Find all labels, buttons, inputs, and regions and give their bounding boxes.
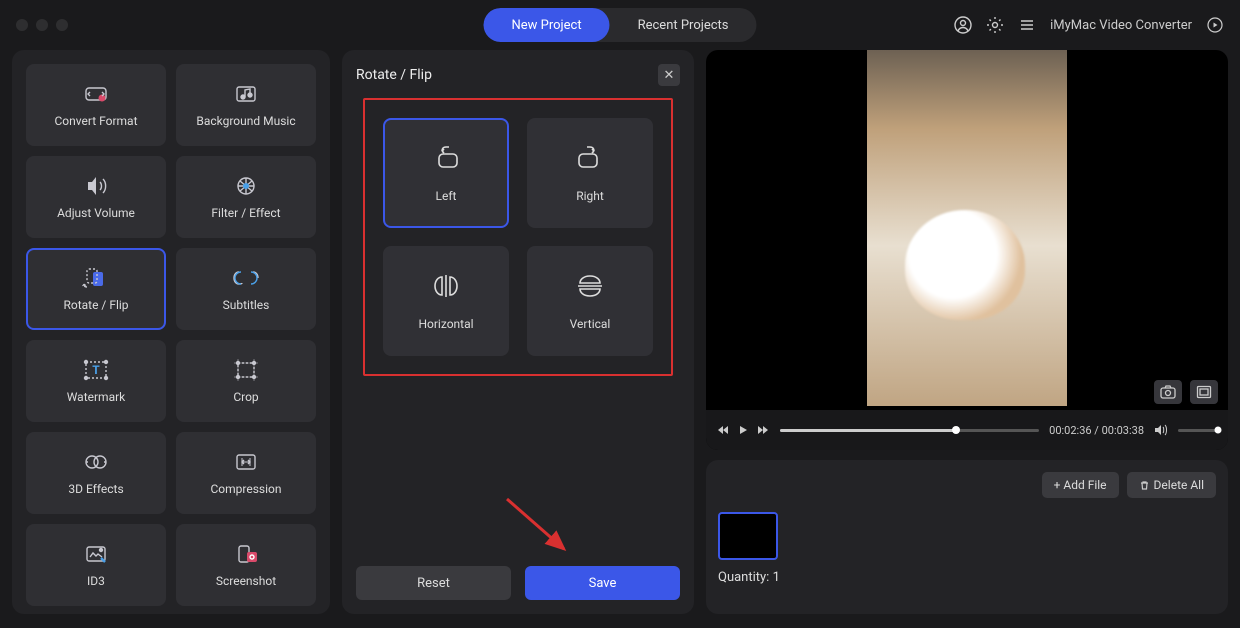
capture-icon[interactable] <box>1154 380 1182 404</box>
rotate-option-label: Right <box>576 189 604 203</box>
rotate-option-rotate-left[interactable]: Left <box>383 118 509 228</box>
rotate-option-label: Vertical <box>570 317 611 331</box>
subtitles-icon <box>231 266 261 290</box>
rotate-option-flip-v[interactable]: Vertical <box>527 246 653 356</box>
app-title: iMyMac Video Converter <box>1050 18 1192 33</box>
quantity-label: Quantity: 1 <box>718 570 1216 585</box>
volume-icon[interactable] <box>1154 423 1168 437</box>
tool-id3[interactable]: ID3 <box>26 524 166 606</box>
tool-3d[interactable]: 3D Effects <box>26 432 166 514</box>
tool-rotate[interactable]: Rotate / Flip <box>26 248 166 330</box>
tool-volume[interactable]: Adjust Volume <box>26 156 166 238</box>
tool-label: ID3 <box>87 574 105 588</box>
tool-filter[interactable]: Filter / Effect <box>176 156 316 238</box>
save-button[interactable]: Save <box>525 566 680 600</box>
gear-icon[interactable] <box>986 16 1004 34</box>
tool-label: Compression <box>210 482 281 496</box>
menu-icon[interactable] <box>1018 16 1036 34</box>
video-content <box>867 50 1067 406</box>
prev-icon[interactable] <box>716 423 730 437</box>
tool-subtitles[interactable]: Subtitles <box>176 248 316 330</box>
rotate-option-label: Left <box>436 189 457 203</box>
compress-icon <box>231 450 261 474</box>
tool-label: Screenshot <box>216 574 276 588</box>
queue-thumbnail[interactable] <box>718 512 778 560</box>
tool-label: Filter / Effect <box>211 206 280 220</box>
play-badge-icon <box>1206 16 1224 34</box>
tool-label: Crop <box>233 390 258 404</box>
tool-compress[interactable]: Compression <box>176 432 316 514</box>
tool-label: Subtitles <box>223 298 270 312</box>
panel-title: Rotate / Flip <box>356 67 432 83</box>
file-queue: + Add File Delete All Quantity: 1 <box>706 460 1228 614</box>
tool-label: Rotate / Flip <box>63 298 128 312</box>
window-controls[interactable] <box>16 19 68 31</box>
player-controls: 00:02:36 / 00:03:38 <box>706 410 1228 450</box>
convert-icon <box>81 82 111 106</box>
titlebar-right: iMyMac Video Converter <box>954 16 1224 34</box>
id3-icon <box>81 542 111 566</box>
add-file-button[interactable]: + Add File <box>1042 472 1119 498</box>
delete-all-button[interactable]: Delete All <box>1127 472 1216 498</box>
tool-screenshot[interactable]: Screenshot <box>176 524 316 606</box>
filter-icon <box>231 174 261 198</box>
tools-sidebar: Convert Format Background Music Adjust Vol… <box>12 50 330 614</box>
tool-label: Background Music <box>196 114 295 128</box>
rotate-option-rotate-right[interactable]: Right <box>527 118 653 228</box>
titlebar: New Project Recent Projects iMyMac Video… <box>0 0 1240 50</box>
reset-button[interactable]: Reset <box>356 566 511 600</box>
screenshot-icon <box>231 542 261 566</box>
annotation-arrow <box>502 494 582 564</box>
volume-slider[interactable] <box>1178 429 1218 432</box>
tool-label: Watermark <box>67 390 126 404</box>
rotate-option-flip-h[interactable]: Horizontal <box>383 246 509 356</box>
seek-bar[interactable] <box>780 429 1039 432</box>
tool-label: Convert Format <box>54 114 137 128</box>
rotate-option-label: Horizontal <box>418 317 473 331</box>
rotate-right-icon <box>570 143 610 173</box>
rotate-options-highlight: Left Right Horizontal Vertical <box>363 98 673 376</box>
3d-icon <box>81 450 111 474</box>
tool-label: 3D Effects <box>68 482 123 496</box>
tab-new-project[interactable]: New Project <box>483 8 609 42</box>
crop-icon <box>231 358 261 382</box>
video-preview: 00:02:36 / 00:03:38 <box>706 50 1228 450</box>
tool-convert[interactable]: Convert Format <box>26 64 166 146</box>
tool-bgmusic[interactable]: Background Music <box>176 64 316 146</box>
user-icon[interactable] <box>954 16 972 34</box>
rotate-panel: Rotate / Flip ✕ Left Right Horizontal Verti… <box>342 50 694 614</box>
project-tabs: New Project Recent Projects <box>483 8 756 42</box>
bgmusic-icon <box>231 82 261 106</box>
time-display: 00:02:36 / 00:03:38 <box>1049 424 1144 437</box>
next-icon[interactable] <box>756 423 770 437</box>
play-icon[interactable] <box>736 423 750 437</box>
rotate-left-icon <box>426 143 466 173</box>
flip-v-icon <box>570 271 610 301</box>
tool-label: Adjust Volume <box>57 206 135 220</box>
fullscreen-icon[interactable] <box>1190 380 1218 404</box>
flip-h-icon <box>426 271 466 301</box>
watermark-icon: T <box>81 358 111 382</box>
tool-crop[interactable]: Crop <box>176 340 316 422</box>
volume-icon <box>81 174 111 198</box>
svg-text:T: T <box>92 363 100 377</box>
rotate-icon <box>81 266 111 290</box>
tab-recent-projects[interactable]: Recent Projects <box>610 8 757 42</box>
tool-watermark[interactable]: T Watermark <box>26 340 166 422</box>
close-icon[interactable]: ✕ <box>658 64 680 86</box>
